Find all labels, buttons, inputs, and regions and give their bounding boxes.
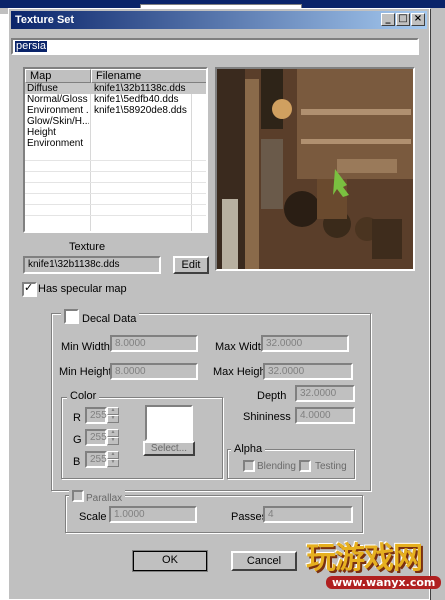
depth-label: Depth: [257, 390, 287, 402]
scale-field[interactable]: 1.0000: [109, 506, 197, 523]
cell-filename: [94, 138, 192, 149]
minimize-button[interactable]: _: [381, 13, 395, 26]
cell-filename: [94, 116, 192, 127]
cancel-button[interactable]: Cancel: [231, 551, 297, 571]
spin-down-icon[interactable]: ▼: [107, 437, 119, 445]
spin-up-icon[interactable]: ▲: [107, 407, 119, 415]
dialog-title: Texture Set: [15, 14, 75, 26]
testing-checkbox[interactable]: [299, 460, 311, 472]
row-divider: [25, 204, 206, 205]
scale-label: Scale: [79, 511, 107, 523]
cell-map: Glow/Skin/H...: [27, 116, 89, 127]
b-field[interactable]: 255: [85, 451, 107, 468]
shininess-label: Shininess: [243, 411, 291, 423]
cell-filename: [94, 127, 192, 138]
b-spinner[interactable]: ▲ ▼: [107, 451, 119, 467]
texture-preview-image: [215, 67, 415, 271]
decal-data-checkbox[interactable]: [64, 309, 79, 324]
row-divider: [25, 193, 206, 194]
r-spinner[interactable]: ▲ ▼: [107, 407, 119, 423]
r-field[interactable]: 255: [85, 407, 107, 424]
r-label: R: [73, 412, 81, 424]
max-width-label: Max Width: [215, 341, 267, 353]
cell-filename: knife1\5edfb40.dds: [94, 94, 179, 105]
column-header-filename[interactable]: Filename: [91, 69, 206, 83]
decal-data-header: Decal Data: [61, 307, 140, 325]
texture-preview-svg: [217, 69, 413, 269]
spin-up-icon[interactable]: ▲: [107, 429, 119, 437]
max-height-label: Max Height: [213, 366, 269, 378]
texture-set-name-input[interactable]: persia: [11, 38, 419, 55]
g-field[interactable]: 255: [85, 429, 107, 446]
select-color-button[interactable]: Select...: [143, 441, 195, 456]
texture-label: Texture: [69, 241, 106, 253]
close-button[interactable]: ×: [411, 13, 425, 26]
map-table[interactable]: Map Filename Diffuse knife1\32b1138c.dds…: [23, 67, 208, 233]
max-height-field[interactable]: 32.0000: [263, 363, 353, 380]
table-row[interactable]: Environment ... knife1\58920de8.dds: [25, 105, 206, 116]
cell-map: Height: [27, 127, 56, 138]
parallax-checkbox[interactable]: [72, 490, 84, 502]
spin-down-icon[interactable]: ▼: [107, 459, 119, 467]
passes-label: Passes: [231, 511, 268, 523]
name-input-text: persia: [15, 40, 47, 52]
decal-data-label: Decal Data: [82, 313, 137, 325]
shininess-field[interactable]: 4.0000: [295, 407, 355, 424]
has-specular-checkbox[interactable]: ✓: [22, 281, 37, 297]
watermark-text: 玩游戏网: [306, 541, 423, 576]
color-group-label: Color: [67, 390, 100, 402]
checkmark-icon: ✓: [24, 281, 34, 294]
has-specular-label: Has specular map: [38, 283, 127, 295]
table-row[interactable]: Environment: [25, 138, 206, 149]
spin-up-icon[interactable]: ▲: [107, 451, 119, 459]
table-row[interactable]: Glow/Skin/H...: [25, 116, 206, 127]
map-table-header: Map Filename: [25, 69, 206, 83]
table-row[interactable]: Diffuse knife1\32b1138c.dds: [25, 83, 206, 94]
column-header-map[interactable]: Map: [25, 69, 91, 83]
row-divider: [25, 160, 206, 161]
row-divider: [25, 171, 206, 172]
texture-filename-field: knife1\32b1138c.dds: [23, 256, 161, 274]
cell-filename: knife1\32b1138c.dds: [94, 83, 186, 94]
row-divider: [25, 182, 206, 183]
passes-field[interactable]: 4: [263, 506, 353, 523]
parallax-label: Parallax: [86, 493, 123, 504]
alpha-group-label: Alpha: [231, 443, 266, 455]
wanyx-watermark-logo: 玩游戏网 www.wanyx.com: [306, 541, 442, 589]
g-spinner[interactable]: ▲ ▼: [107, 429, 119, 445]
spin-down-icon[interactable]: ▼: [107, 415, 119, 423]
b-label: B: [73, 456, 81, 468]
cell-map: Environment ...: [27, 105, 89, 116]
cell-map: Normal/Gloss: [27, 94, 88, 105]
cell-filename: knife1\58920de8.dds: [94, 105, 187, 116]
blending-label: Blending: [257, 461, 296, 472]
texture-set-dialog: Texture Set _ □ × persia Map Filename Di…: [8, 8, 430, 600]
testing-label: Testing: [315, 461, 347, 472]
parallax-header: Parallax: [69, 489, 126, 504]
color-swatch[interactable]: [145, 405, 193, 441]
min-height-label: Min Height: [59, 366, 112, 378]
table-row[interactable]: Normal/Gloss knife1\5edfb40.dds: [25, 94, 206, 105]
g-label: G: [73, 434, 82, 446]
row-divider: [25, 215, 206, 216]
cell-map: Environment: [27, 138, 84, 149]
blending-checkbox[interactable]: [243, 460, 255, 472]
edit-texture-button[interactable]: Edit: [173, 256, 209, 274]
min-width-field[interactable]: 8.0000: [110, 335, 198, 352]
ok-button[interactable]: OK: [132, 550, 208, 572]
maximize-button[interactable]: □: [396, 13, 410, 26]
dialog-titlebar: Texture Set _ □ ×: [11, 11, 427, 29]
cell-map: Diffuse: [27, 83, 58, 94]
min-height-field[interactable]: 8.0000: [110, 363, 198, 380]
depth-field[interactable]: 32.0000: [295, 385, 355, 402]
watermark-url: www.wanyx.com: [326, 576, 442, 589]
table-row[interactable]: Height: [25, 127, 206, 138]
max-width-field[interactable]: 32.0000: [261, 335, 349, 352]
min-width-label: Min Width: [61, 341, 110, 353]
